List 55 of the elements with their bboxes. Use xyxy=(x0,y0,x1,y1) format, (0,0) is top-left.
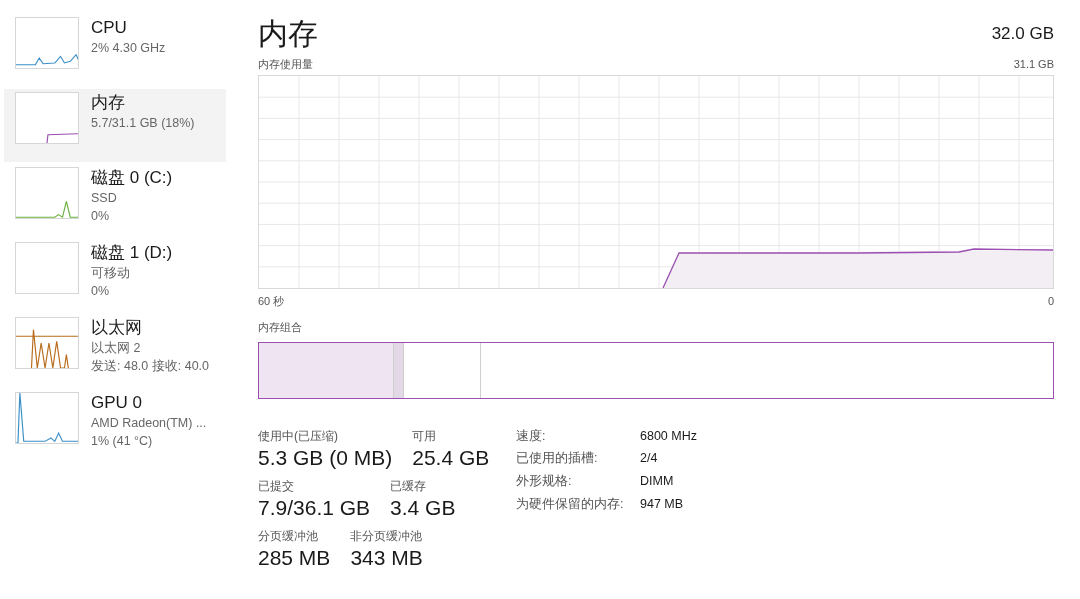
stat-value: 285 MB xyxy=(258,544,331,571)
item-detail: 2% 4.30 GHz xyxy=(91,40,166,57)
item-detail: 0% xyxy=(91,283,111,300)
sidebar-item[interactable]: 磁盘 1 (D:) 可移动 0% xyxy=(4,239,226,312)
sparkline-thumbnail xyxy=(15,242,79,294)
item-detail: 1% (41 °C) xyxy=(91,433,154,450)
stat-label: 使用中(已压缩) xyxy=(258,427,339,445)
composition-label: 内存组合 xyxy=(258,320,303,335)
property-value: 2/4 xyxy=(640,450,659,468)
item-title: 以太网 xyxy=(91,317,143,339)
item-detail: 5.7/31.1 GB (18%) xyxy=(91,115,195,132)
graph-label: 内存使用量 xyxy=(258,57,313,72)
item-detail: 发送: 48.0 接收: 40.0 xyxy=(91,358,210,375)
stat-label: 可用 xyxy=(412,427,438,445)
graph-max: 31.1 GB xyxy=(1013,57,1054,72)
sparkline-thumbnail xyxy=(15,167,79,219)
item-title: 磁盘 0 (C:) xyxy=(91,167,173,189)
sparkline-thumbnail xyxy=(15,392,79,444)
item-detail: 以太网 2 xyxy=(91,340,142,357)
sidebar-item[interactable]: 以太网 以太网 2 发送: 48.0 接收: 40.0 xyxy=(4,314,226,387)
sidebar-item[interactable]: GPU 0 AMD Radeon(TM) ... 1% (41 °C) xyxy=(4,389,226,462)
property-value: 947 MB xyxy=(640,495,685,513)
item-title: CPU xyxy=(91,17,128,39)
stat-label: 非分页缓冲池 xyxy=(350,527,423,545)
total-memory: 32.0 GB xyxy=(991,23,1054,46)
page-title: 内存 xyxy=(258,16,318,52)
stat-label: 已缓存 xyxy=(390,477,428,495)
stat-value: 7.9/36.1 GB xyxy=(258,494,371,521)
property-label: 速度: xyxy=(516,427,547,445)
sparkline-thumbnail xyxy=(15,317,79,369)
time-axis-start: 60 秒 xyxy=(258,293,285,309)
property-label: 已使用的插槽: xyxy=(516,450,599,468)
item-detail: 0% xyxy=(91,208,111,225)
stat-value: 25.4 GB xyxy=(412,444,490,471)
time-axis-end: 0 xyxy=(1047,293,1054,309)
sidebar-item[interactable]: 磁盘 0 (C:) SSD 0% xyxy=(4,164,226,237)
item-title: GPU 0 xyxy=(91,392,144,414)
item-title: 内存 xyxy=(91,92,126,114)
sidebar-item[interactable]: 内存 5.7/31.1 GB (18%) xyxy=(4,89,226,162)
stat-label: 分页缓冲池 xyxy=(258,527,319,545)
sparkline-thumbnail xyxy=(15,92,79,144)
stat-label: 已提交 xyxy=(258,477,295,495)
sidebar-item[interactable]: CPU 2% 4.30 GHz xyxy=(4,14,226,87)
item-detail: SSD xyxy=(91,190,118,207)
property-label: 为硬件保留的内存: xyxy=(516,495,625,513)
property-value: DIMM xyxy=(640,473,675,490)
stat-value: 5.3 GB (0 MB) xyxy=(258,444,393,471)
item-detail: 可移动 xyxy=(91,265,131,282)
stat-value: 343 MB xyxy=(350,544,423,571)
property-label: 外形规格: xyxy=(516,473,573,490)
property-value: 6800 MHz xyxy=(640,427,697,445)
item-detail: AMD Radeon(TM) ... xyxy=(91,415,207,432)
sparkline-thumbnail xyxy=(15,17,79,69)
item-title: 磁盘 1 (D:) xyxy=(91,242,173,264)
stat-value: 3.4 GB xyxy=(390,494,456,521)
